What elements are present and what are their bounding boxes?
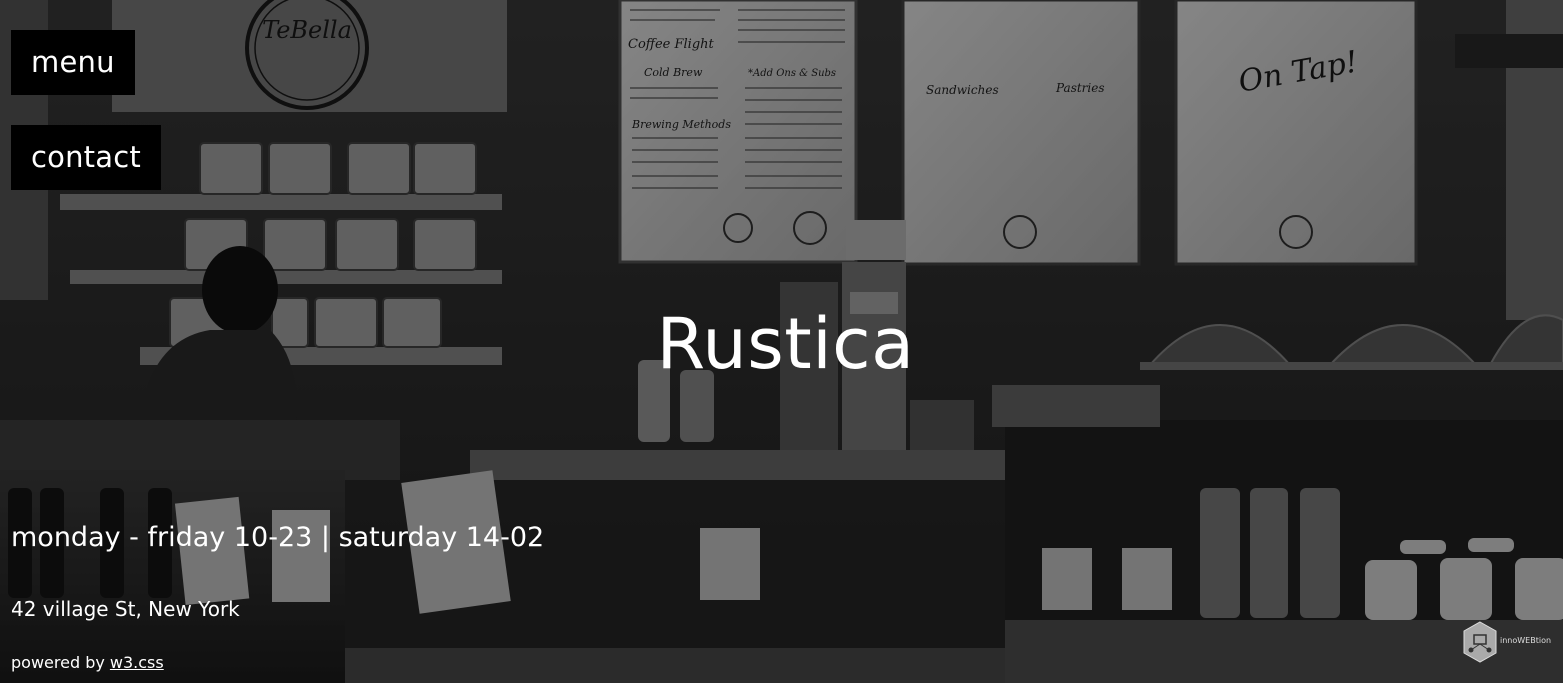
hexagon-network-icon [1463, 621, 1497, 663]
page-title: Rustica [656, 303, 915, 385]
w3css-link[interactable]: w3.css [110, 653, 164, 672]
badge-label: innoWEBtion [1500, 636, 1552, 645]
address: 42 village St, New York [11, 597, 240, 621]
innowebtion-badge[interactable]: innoWEBtion [1462, 620, 1552, 664]
hero-section: TeBella Coffee Flight Cold Brew Brewing [0, 0, 1563, 683]
powered-by-footer: powered by w3.css [11, 653, 164, 672]
opening-hours: monday - friday 10-23 | saturday 14-02 [11, 522, 545, 553]
menu-button[interactable]: menu [11, 30, 135, 95]
contact-button[interactable]: contact [11, 125, 161, 190]
powered-by-label: powered by [11, 653, 110, 672]
